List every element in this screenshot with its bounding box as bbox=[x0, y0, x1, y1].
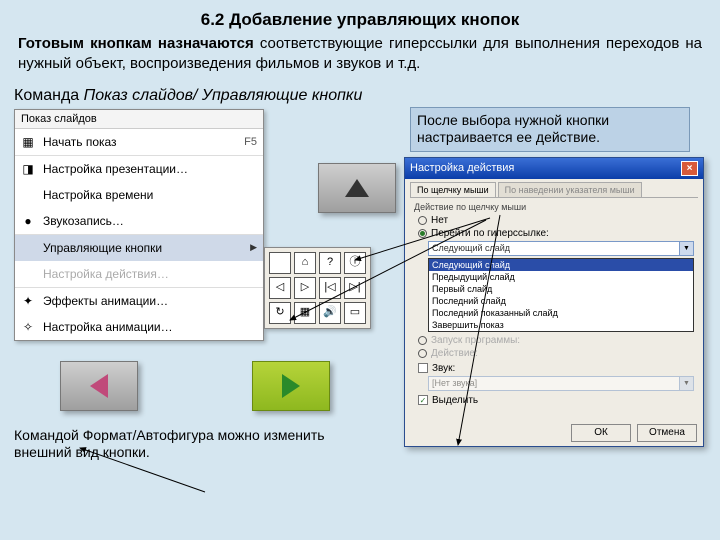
sound-check[interactable]: Звук: bbox=[418, 363, 694, 374]
radio-icon bbox=[418, 216, 427, 225]
cancel-button[interactable]: Отмена bbox=[637, 424, 697, 442]
triangle-right-icon bbox=[282, 374, 300, 398]
hyperlink-dropdown-list[interactable]: Следующий слайд Предыдущий слайд Первый … bbox=[428, 258, 694, 332]
action-settings-dialog: Настройка действия × По щелчку мыши По н… bbox=[404, 157, 704, 447]
palette-cell[interactable]: ▦ bbox=[294, 302, 316, 324]
palette-cell[interactable]: ▷ bbox=[294, 277, 316, 299]
radio-hyperlink[interactable]: Перейти по гиперссылке: bbox=[418, 228, 694, 239]
menu-item-action-buttons[interactable]: Управляющие кнопки ▶ bbox=[15, 235, 263, 261]
submenu-arrow-icon: ▶ bbox=[250, 242, 257, 253]
sound-combo: [Нет звука]▼ bbox=[428, 376, 694, 391]
menu-label: Настройка анимации… bbox=[43, 320, 257, 334]
blank-icon bbox=[19, 240, 37, 256]
menu-label: Звукозапись… bbox=[43, 214, 257, 228]
radio-label: Действие: bbox=[431, 348, 478, 359]
list-item[interactable]: Следующий слайд bbox=[429, 259, 693, 271]
blank-icon bbox=[19, 266, 37, 282]
gear-icon: ◨ bbox=[19, 161, 37, 177]
menu-item-custom-anim[interactable]: ✧ Настройка анимации… bbox=[15, 314, 263, 340]
palette-cell[interactable]: ⌂ bbox=[294, 252, 316, 274]
menu-item-rehearse[interactable]: Настройка времени bbox=[15, 182, 263, 208]
palette-cell[interactable]: |◁ bbox=[319, 277, 341, 299]
menu-item-action-settings: Настройка действия… bbox=[15, 261, 263, 288]
caption-action-settings: После выбора нужной кнопки настраивается… bbox=[410, 107, 690, 152]
menu-label: Настройка времени bbox=[43, 188, 257, 202]
radio-label: Нет bbox=[431, 215, 448, 226]
radio-none[interactable]: Нет bbox=[418, 215, 694, 226]
dialog-tabs: По щелчку мыши По наведении указателя мы… bbox=[405, 179, 703, 197]
check-label: Выделить bbox=[432, 395, 478, 406]
checkbox-icon bbox=[418, 363, 428, 373]
dialog-title-text: Настройка действия bbox=[410, 162, 514, 174]
menu-item-setup[interactable]: ◨ Настройка презентации… bbox=[15, 156, 263, 182]
palette-cell[interactable] bbox=[269, 252, 291, 274]
blank-icon bbox=[19, 187, 37, 203]
tab-click[interactable]: По щелчку мыши bbox=[410, 182, 496, 197]
triangle-up-icon bbox=[345, 179, 369, 197]
radio-label: Запуск программы: bbox=[431, 335, 520, 346]
menu-item-effects[interactable]: ✦ Эффекты анимации… bbox=[15, 288, 263, 314]
command-italic: Показ слайдов/ Управляющие кнопки bbox=[84, 87, 363, 104]
palette-cell[interactable]: ? bbox=[319, 252, 341, 274]
radio-label: Перейти по гиперссылке: bbox=[431, 228, 549, 239]
intro-bold: Готовым кнопкам назначаются bbox=[18, 35, 260, 52]
palette-cell[interactable]: ⓘ bbox=[344, 252, 366, 274]
list-item[interactable]: Предыдущий слайд bbox=[429, 271, 693, 283]
ok-button[interactable]: ОК bbox=[571, 424, 631, 442]
slideshow-menu: Показ слайдов ▦ Начать показ F5 ◨ Настро… bbox=[14, 109, 264, 341]
command-line: Команда Показ слайдов/ Управляющие кнопк… bbox=[0, 75, 720, 107]
palette-cell[interactable]: 🔊 bbox=[319, 302, 341, 324]
palette-cell[interactable]: ◁ bbox=[269, 277, 291, 299]
dialog-footer: ОК Отмена bbox=[571, 424, 697, 442]
menu-item-start[interactable]: ▦ Начать показ F5 bbox=[15, 129, 263, 156]
sample-button-up bbox=[318, 163, 396, 213]
anim-icon: ✧ bbox=[19, 319, 37, 335]
hyperlink-combo[interactable]: Следующий слайд▼ bbox=[428, 241, 694, 256]
menu-label: Эффекты анимации… bbox=[43, 294, 257, 308]
triangle-left-icon bbox=[90, 374, 108, 398]
combo-value: Следующий слайд bbox=[429, 242, 693, 254]
star-icon: ✦ bbox=[19, 293, 37, 309]
dialog-titlebar: Настройка действия × bbox=[405, 158, 703, 179]
palette-cell[interactable]: ↻ bbox=[269, 302, 291, 324]
list-item[interactable]: Первый слайд bbox=[429, 283, 693, 295]
chevron-down-icon: ▼ bbox=[679, 377, 693, 390]
menu-label: Управляющие кнопки bbox=[43, 241, 244, 255]
list-item[interactable]: Последний слайд bbox=[429, 295, 693, 307]
radio-run-program: Запуск программы: bbox=[418, 335, 694, 346]
group-title: Действие по щелчку мыши bbox=[414, 202, 694, 212]
checkbox-icon: ✓ bbox=[418, 395, 428, 405]
tab-hover[interactable]: По наведении указателя мыши bbox=[498, 182, 642, 197]
list-item[interactable]: Завершить показ bbox=[429, 319, 693, 331]
section-heading: 6.2 Добавление управляющих кнопок bbox=[0, 0, 720, 30]
palette-cell[interactable]: ▷| bbox=[344, 277, 366, 299]
menu-title: Показ слайдов bbox=[15, 110, 263, 129]
radio-icon bbox=[418, 336, 427, 345]
intro-paragraph: Готовым кнопкам назначаются соответствую… bbox=[0, 30, 720, 75]
workarea: Показ слайдов ▦ Начать показ F5 ◨ Настро… bbox=[0, 109, 720, 469]
check-label: Звук: bbox=[432, 363, 455, 374]
radio-obj-action: Действие: bbox=[418, 348, 694, 359]
menu-label: Настройка действия… bbox=[43, 267, 257, 281]
list-item[interactable]: Последний показанный слайд bbox=[429, 307, 693, 319]
combo-value: [Нет звука] bbox=[429, 377, 693, 389]
sample-button-forward bbox=[252, 361, 330, 411]
menu-item-record[interactable]: ● Звукозапись… bbox=[15, 208, 263, 235]
play-icon: ▦ bbox=[19, 134, 37, 150]
sample-button-back bbox=[60, 361, 138, 411]
close-icon[interactable]: × bbox=[681, 161, 698, 176]
caption-format: Командой Формат/Автофигура можно изменит… bbox=[14, 427, 334, 462]
action-button-palette[interactable]: ⌂ ? ⓘ ◁ ▷ |◁ ▷| ↻ ▦ 🔊 ▭ bbox=[264, 247, 371, 329]
mic-icon: ● bbox=[19, 213, 37, 229]
radio-icon bbox=[418, 349, 427, 358]
command-prefix: Команда bbox=[14, 87, 84, 104]
radio-icon bbox=[418, 229, 427, 238]
menu-label: Начать показ bbox=[43, 135, 238, 149]
menu-shortcut: F5 bbox=[244, 136, 257, 148]
dialog-body: Действие по щелчку мыши Нет Перейти по г… bbox=[410, 197, 698, 408]
menu-label: Настройка презентации… bbox=[43, 162, 257, 176]
highlight-check[interactable]: ✓ Выделить bbox=[418, 395, 694, 406]
chevron-down-icon[interactable]: ▼ bbox=[679, 242, 693, 255]
palette-cell[interactable]: ▭ bbox=[344, 302, 366, 324]
